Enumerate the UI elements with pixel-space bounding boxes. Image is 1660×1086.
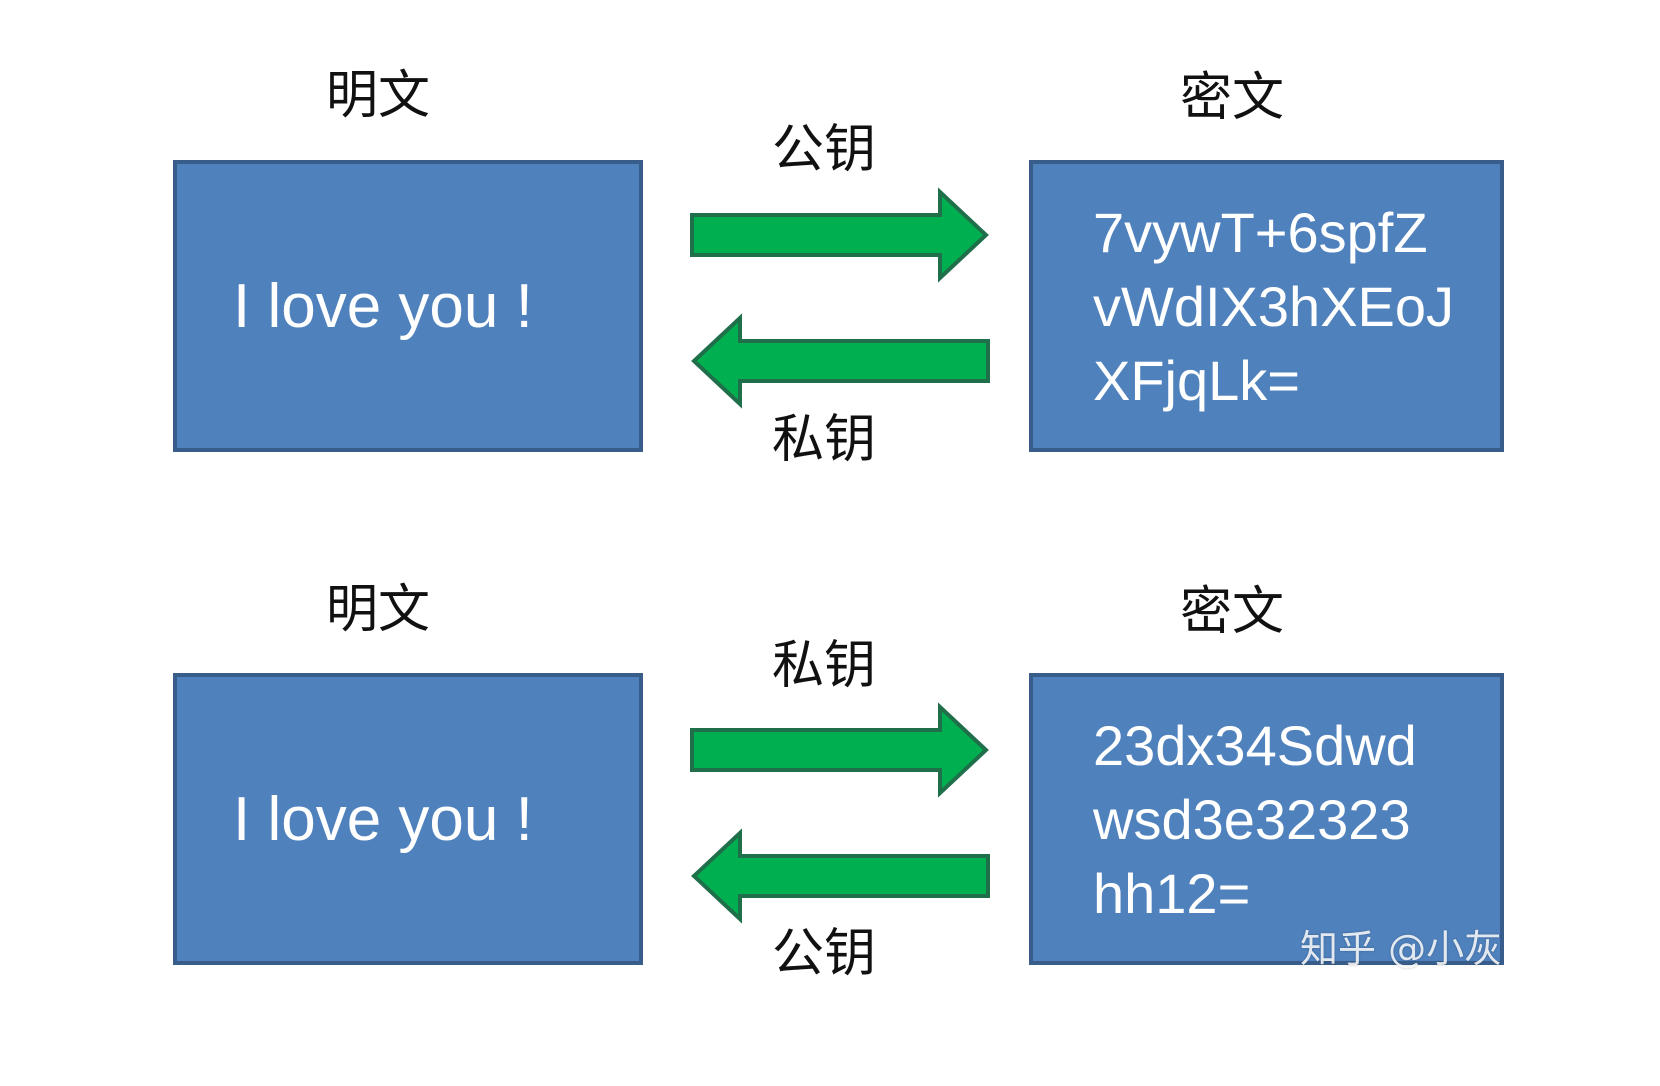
watermark: 知乎 @小灰 [1300,927,1503,971]
ciphertext-line: vWdIX3hXEoJ [1093,275,1455,338]
plaintext-heading: 明文 [326,66,431,126]
plaintext-heading: 明文 [326,580,431,640]
ciphertext-value: 7vywT+6spfZ vWdIX3hXEoJ XFjqLk= [1093,196,1454,418]
left-arrow-icon [691,828,990,924]
ciphertext-value: 23dx34Sdwd wsd3e32323 hh12= [1093,709,1417,931]
forward-key-label: 公钥 [772,120,877,180]
ciphertext-line: 23dx34Sdwd [1093,714,1417,777]
backward-key-label: 私钥 [772,410,877,470]
right-arrow-icon [690,702,989,798]
ciphertext-line: 7vywT+6spfZ [1093,201,1428,264]
right-arrow-icon [690,187,989,283]
backward-key-label: 公钥 [772,924,877,984]
ciphertext-box: 7vywT+6spfZ vWdIX3hXEoJ XFjqLk= [1029,160,1504,452]
plaintext-box: I love you ! [173,160,643,452]
ciphertext-heading: 密文 [1180,582,1285,642]
plaintext-box: I love you ! [173,673,643,965]
ciphertext-line: wsd3e32323 [1093,788,1411,851]
plaintext-value: I love you ! [233,271,533,341]
left-arrow-icon [691,313,990,409]
ciphertext-line: XFjqLk= [1093,349,1300,412]
forward-key-label: 私钥 [772,636,877,696]
plaintext-value: I love you ! [233,784,533,854]
ciphertext-heading: 密文 [1180,68,1285,128]
